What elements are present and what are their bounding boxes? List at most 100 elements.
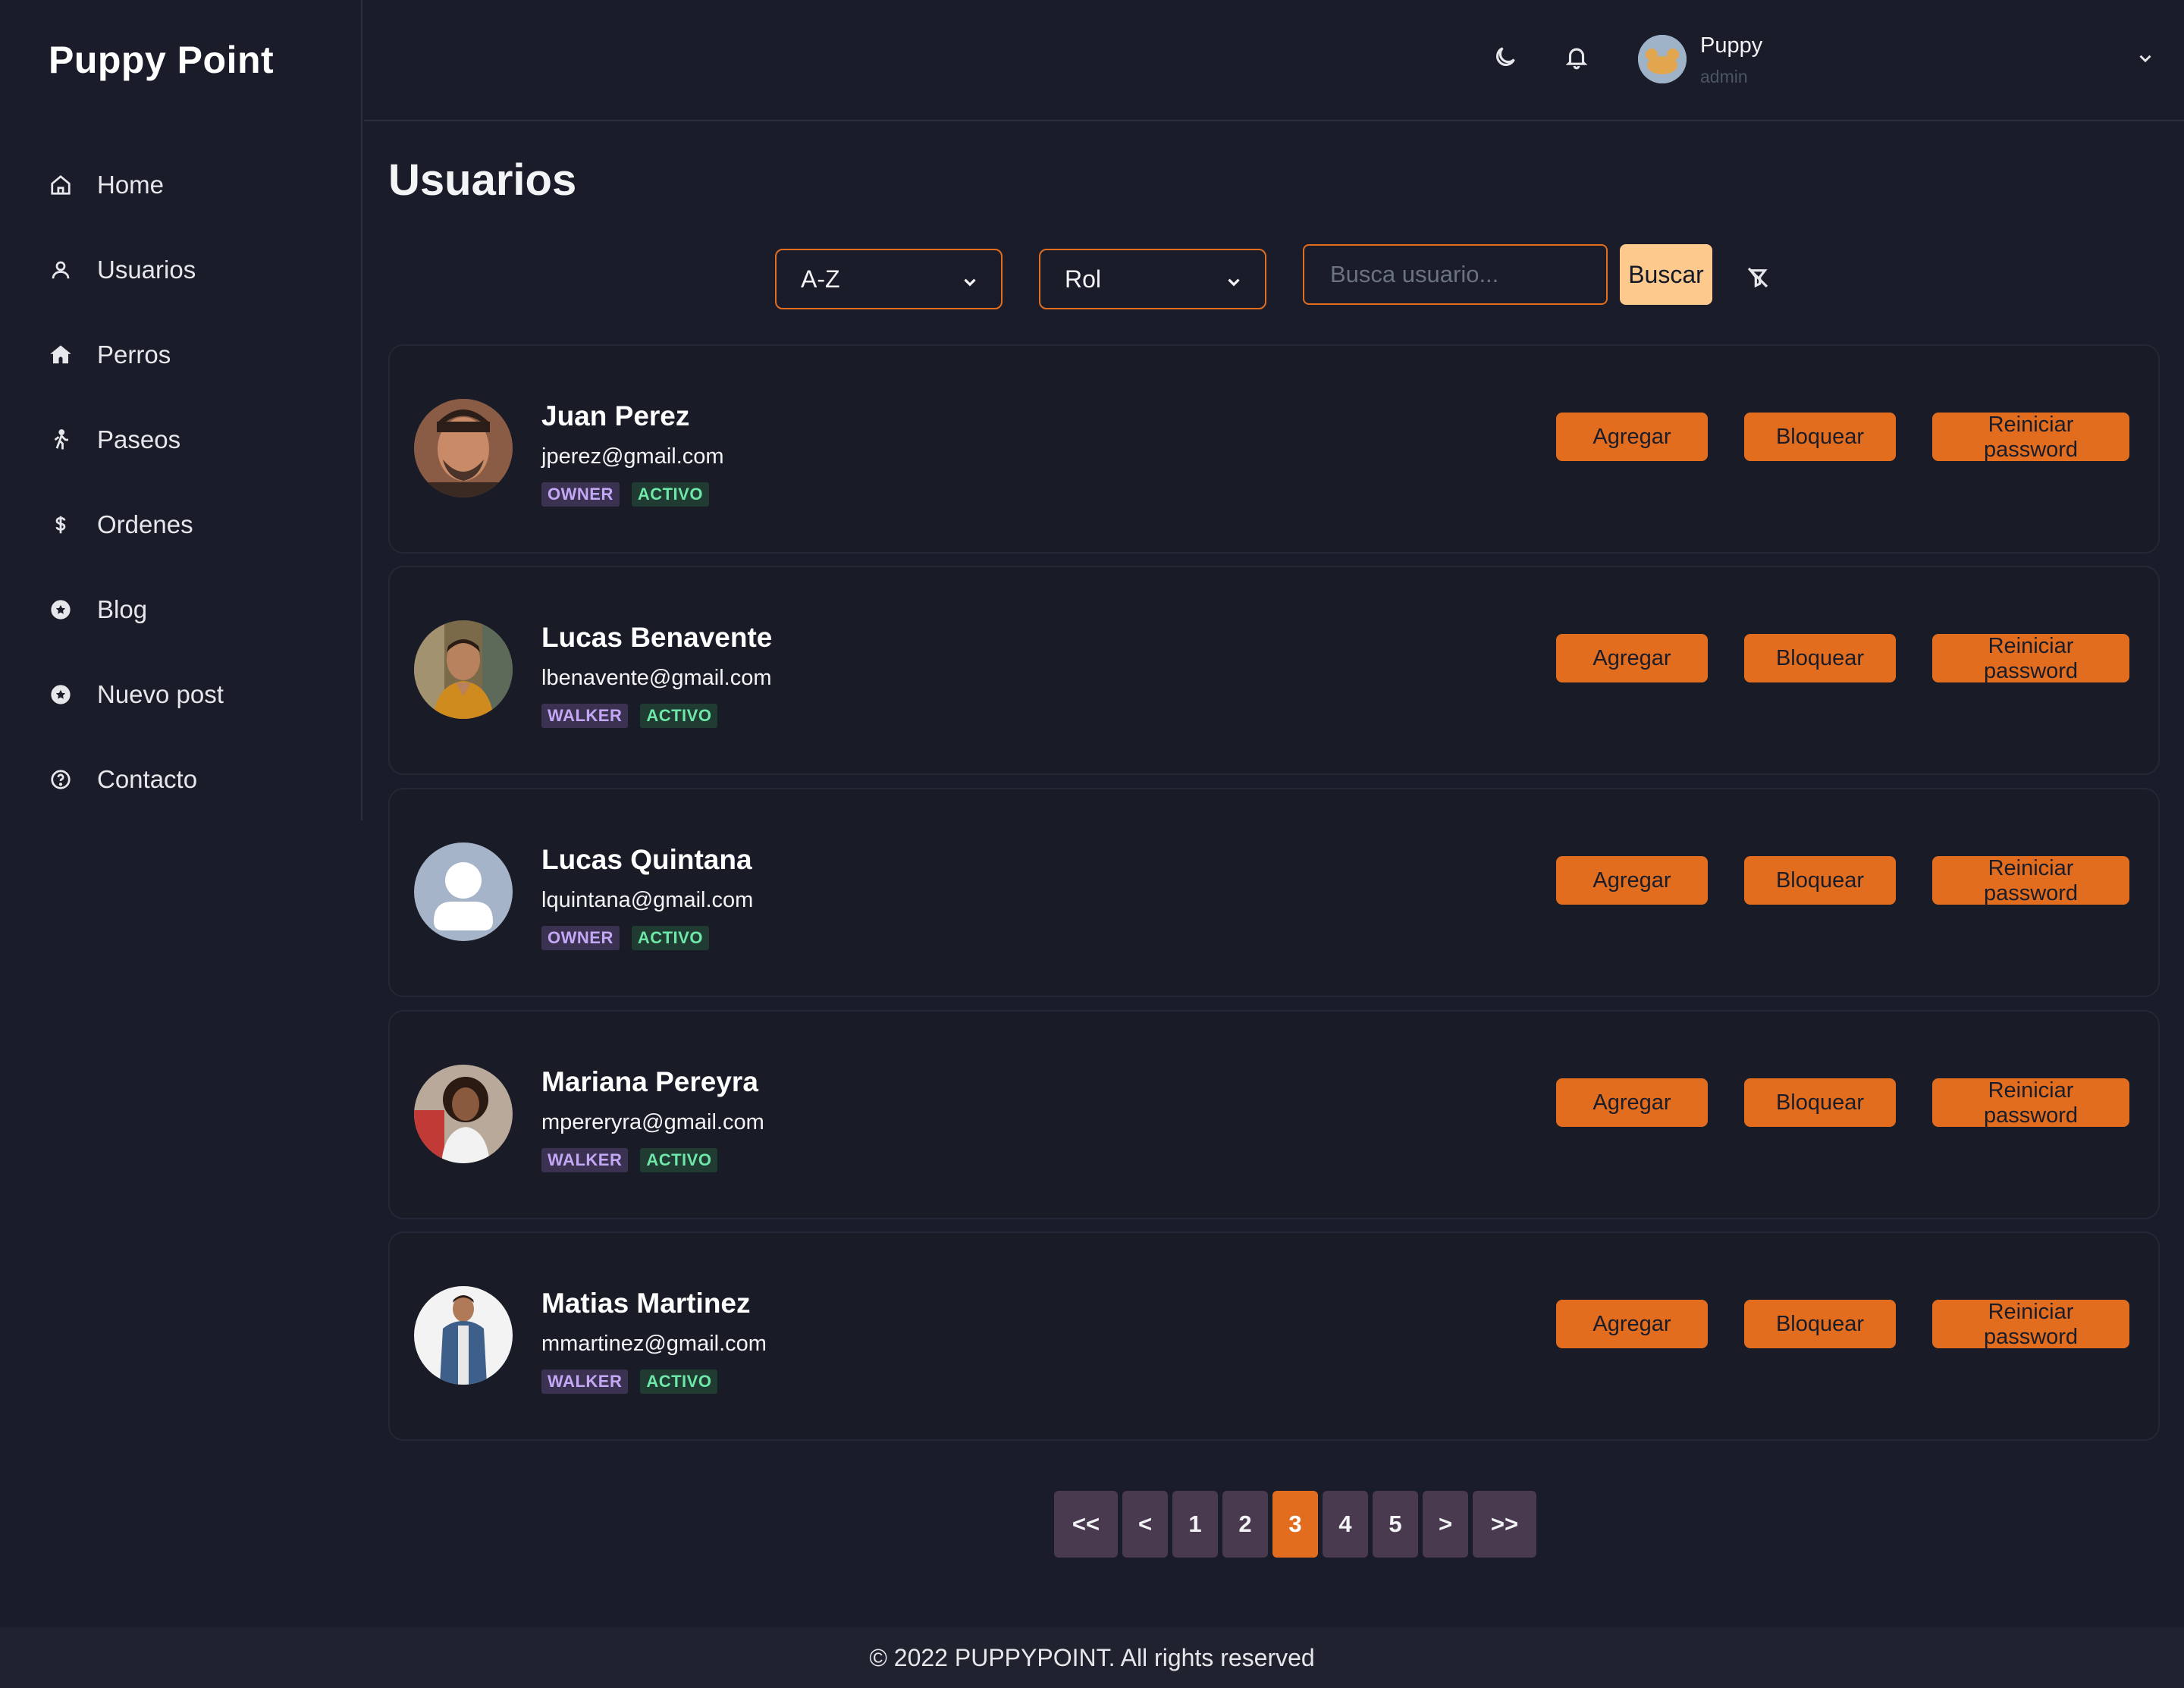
role-badge: OWNER — [541, 482, 620, 507]
last-page-button[interactable]: >> — [1473, 1491, 1536, 1558]
star-badge-icon — [49, 682, 73, 707]
block-button[interactable]: Bloquear — [1744, 1078, 1896, 1127]
avatar — [414, 620, 513, 719]
sort-select-value: A-Z — [801, 265, 840, 293]
role-badge: WALKER — [541, 704, 629, 728]
reset-password-button[interactable]: Reiniciar password — [1932, 1300, 2129, 1349]
user-name: Lucas Benavente — [541, 622, 773, 653]
chevron-down-icon — [1224, 270, 1244, 290]
sidebar-item-perros[interactable]: Perros — [49, 312, 224, 397]
status-badge: ACTIVO — [640, 1148, 718, 1172]
sidebar-nav: Home Usuarios Perros Paseos Ordenes Blog… — [49, 143, 224, 822]
page-button-4[interactable]: 4 — [1323, 1491, 1368, 1558]
status-badge: ACTIVO — [631, 926, 709, 950]
moon-icon[interactable] — [1492, 44, 1520, 71]
role-badge: WALKER — [541, 1370, 629, 1394]
sidebar-item-label: Nuevo post — [97, 680, 224, 708]
user-actions: Agregar Bloquear Reiniciar password — [1556, 413, 2129, 462]
user-actions: Agregar Bloquear Reiniciar password — [1556, 1300, 2129, 1349]
user-card: Mariana Pereyra mpereryra@gmail.com WALK… — [388, 1010, 2160, 1219]
pagination: << < 1 2 3 4 5 > >> — [1054, 1491, 1536, 1558]
walking-icon — [49, 428, 73, 452]
sort-select[interactable]: A-Z — [775, 249, 1003, 309]
avatar — [414, 1065, 513, 1163]
add-button[interactable]: Agregar — [1556, 413, 1708, 461]
chevron-down-icon[interactable] — [2135, 49, 2157, 70]
dollar-icon — [49, 513, 73, 537]
reset-password-button[interactable]: Reiniciar password — [1932, 1078, 2129, 1128]
sidebar-item-label: Home — [97, 171, 165, 199]
first-page-button[interactable]: << — [1054, 1491, 1118, 1558]
page-button-2[interactable]: 2 — [1222, 1491, 1268, 1558]
block-button[interactable]: Bloquear — [1744, 634, 1896, 682]
sidebar-item-blog[interactable]: Blog — [49, 567, 224, 652]
block-button[interactable]: Bloquear — [1744, 1300, 1896, 1348]
dog-house-icon — [49, 343, 73, 367]
page-button-5[interactable]: 5 — [1373, 1491, 1418, 1558]
user-actions: Agregar Bloquear Reiniciar password — [1556, 1078, 2129, 1128]
role-badge: OWNER — [541, 926, 620, 950]
reset-password-button[interactable]: Reiniciar password — [1932, 634, 2129, 683]
user-actions: Agregar Bloquear Reiniciar password — [1556, 856, 2129, 905]
reset-password-button[interactable]: Reiniciar password — [1932, 856, 2129, 905]
home-icon — [49, 173, 73, 197]
footer: © 2022 PUPPYPOINT. All rights reserved — [0, 1627, 2184, 1688]
sidebar-item-home[interactable]: Home — [49, 143, 224, 227]
reset-password-button[interactable]: Reiniciar password — [1932, 413, 2129, 462]
user-email: lbenavente@gmail.com — [541, 666, 772, 690]
search-button[interactable]: Buscar — [1620, 244, 1712, 305]
sidebar-item-label: Contacto — [97, 765, 198, 793]
user-icon — [49, 258, 73, 282]
sidebar-item-usuarios[interactable]: Usuarios — [49, 227, 224, 312]
user-email: lquintana@gmail.com — [541, 888, 754, 912]
badges: OWNER ACTIVO — [541, 482, 709, 507]
add-button[interactable]: Agregar — [1556, 634, 1708, 682]
add-button[interactable]: Agregar — [1556, 856, 1708, 905]
badges: WALKER ACTIVO — [541, 1370, 718, 1394]
user-card: Matias Martinez mmartinez@gmail.com WALK… — [388, 1231, 2160, 1441]
sidebar-item-label: Ordenes — [97, 510, 193, 538]
app-title: Puppy Point — [49, 39, 275, 81]
help-circle-icon — [49, 767, 73, 792]
avatar — [414, 399, 513, 497]
user-actions: Agregar Bloquear Reiniciar password — [1556, 634, 2129, 683]
sidebar-item-ordenes[interactable]: Ordenes — [49, 482, 224, 567]
badges: WALKER ACTIVO — [541, 704, 718, 728]
block-button[interactable]: Bloquear — [1744, 856, 1896, 905]
top-header — [364, 0, 2184, 121]
user-card: Lucas Quintana lquintana@gmail.com OWNER… — [388, 788, 2160, 997]
add-button[interactable]: Agregar — [1556, 1078, 1708, 1127]
user-card: Lucas Benavente lbenavente@gmail.com WAL… — [388, 566, 2160, 775]
user-card: Juan Perez jperez@gmail.com OWNER ACTIVO… — [388, 344, 2160, 554]
avatar — [414, 1286, 513, 1385]
star-badge-icon — [49, 598, 73, 622]
role-badge: WALKER — [541, 1148, 629, 1172]
user-name: Lucas Quintana — [541, 844, 752, 875]
user-role: admin — [1700, 67, 1748, 86]
chevron-down-icon — [960, 270, 980, 290]
sidebar: Puppy Point Home Usuarios Perros Paseos — [0, 0, 362, 820]
user-name[interactable]: Puppy — [1700, 33, 1762, 58]
add-button[interactable]: Agregar — [1556, 1300, 1708, 1348]
footer-text: © 2022 PUPPYPOINT. All rights reserved — [869, 1643, 1315, 1671]
search-input[interactable] — [1303, 244, 1608, 305]
block-button[interactable]: Bloquear — [1744, 413, 1896, 461]
sidebar-item-contacto[interactable]: Contacto — [49, 737, 224, 822]
user-email: jperez@gmail.com — [541, 444, 724, 469]
badges: WALKER ACTIVO — [541, 1148, 718, 1172]
page-button-3[interactable]: 3 — [1272, 1491, 1318, 1558]
sidebar-item-nuevo-post[interactable]: Nuevo post — [49, 652, 224, 737]
prev-page-button[interactable]: < — [1122, 1491, 1168, 1558]
bell-icon[interactable] — [1564, 44, 1591, 71]
user-email: mpereryra@gmail.com — [541, 1110, 764, 1134]
badges: OWNER ACTIVO — [541, 926, 709, 950]
next-page-button[interactable]: > — [1423, 1491, 1468, 1558]
status-badge: ACTIVO — [640, 1370, 718, 1394]
sidebar-item-paseos[interactable]: Paseos — [49, 397, 224, 482]
status-badge: ACTIVO — [631, 482, 709, 507]
page-button-1[interactable]: 1 — [1172, 1491, 1218, 1558]
avatar[interactable] — [1638, 35, 1687, 83]
user-email: mmartinez@gmail.com — [541, 1332, 767, 1356]
clear-filter-icon[interactable] — [1746, 265, 1771, 291]
role-select[interactable]: Rol — [1039, 249, 1266, 309]
